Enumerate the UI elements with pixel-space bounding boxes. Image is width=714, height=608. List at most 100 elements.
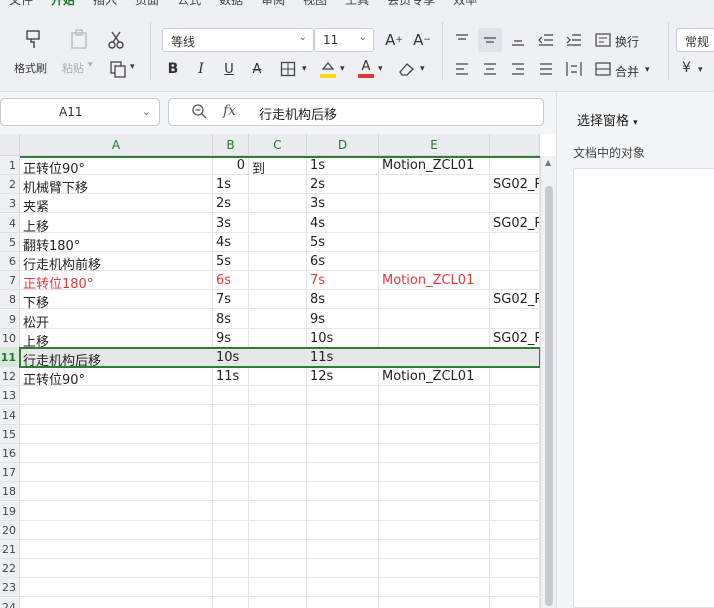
row-header[interactable]: 5: [0, 232, 20, 252]
cell-e23[interactable]: [379, 578, 490, 598]
cell-a9[interactable]: 松开: [20, 309, 213, 331]
cell-e15[interactable]: [379, 424, 490, 444]
cell-e16[interactable]: [379, 444, 490, 463]
cell-e20[interactable]: [379, 520, 490, 540]
row-header[interactable]: 12: [0, 367, 20, 387]
increase-font-icon[interactable]: A +: [384, 30, 404, 50]
currency-dropdown-icon[interactable]: ▾: [698, 65, 703, 75]
cell-d3[interactable]: 3s: [307, 194, 379, 214]
cell-e18[interactable]: [379, 482, 490, 502]
currency-icon[interactable]: ¥: [682, 60, 691, 76]
cell-e17[interactable]: [379, 463, 490, 483]
border-icon[interactable]: [278, 60, 298, 78]
align-top-icon[interactable]: [452, 30, 472, 50]
cell-d24[interactable]: [307, 597, 379, 608]
cell-f3[interactable]: [490, 194, 540, 214]
cell-c15[interactable]: [249, 424, 307, 444]
cell-b22[interactable]: [213, 559, 249, 579]
cell-d4[interactable]: 4s: [307, 213, 379, 233]
column-header-b[interactable]: B: [213, 134, 249, 156]
cell-e7[interactable]: Motion_ZCL01: [379, 271, 490, 291]
cell-c12[interactable]: [249, 367, 307, 387]
row-header[interactable]: 16: [0, 444, 20, 463]
cell-f12[interactable]: [490, 367, 540, 387]
strikethrough-icon[interactable]: A: [248, 60, 266, 78]
cell-a18[interactable]: [20, 482, 213, 502]
cell-b9[interactable]: 8s: [213, 309, 249, 329]
cell-e14[interactable]: [379, 405, 490, 425]
merge-dropdown-icon[interactable]: ▾: [645, 65, 650, 75]
cell-d8[interactable]: 8s: [307, 290, 379, 310]
zoom-icon[interactable]: [191, 103, 207, 122]
merge-label[interactable]: 合并: [615, 63, 639, 80]
indent-icon[interactable]: [564, 30, 584, 50]
cell-b16[interactable]: [213, 444, 249, 463]
cell-b12[interactable]: 11s: [213, 367, 249, 387]
row-header[interactable]: 24: [0, 597, 20, 608]
cell-f1[interactable]: [490, 156, 540, 175]
row-header[interactable]: 13: [0, 386, 20, 406]
menu-tab[interactable]: 审阅: [252, 0, 294, 8]
cell-d20[interactable]: [307, 520, 379, 540]
cell-a10[interactable]: 上移: [20, 328, 213, 350]
cell-a3[interactable]: 夹紧: [20, 194, 213, 215]
row-header[interactable]: 23: [0, 578, 20, 598]
cell-b5[interactable]: 4s: [213, 232, 249, 252]
row-header[interactable]: 20: [0, 520, 20, 540]
cell-a6[interactable]: 行走机构前移: [20, 252, 213, 273]
cell-a12[interactable]: 正转位90°: [20, 367, 213, 388]
row-header[interactable]: 4: [0, 213, 20, 233]
row-header[interactable]: 19: [0, 501, 20, 521]
cell-d5[interactable]: 5s: [307, 232, 379, 252]
cell-e10[interactable]: [379, 328, 490, 348]
cell-f20[interactable]: [490, 520, 540, 540]
cell-b3[interactable]: 2s: [213, 194, 249, 214]
cell-d7[interactable]: 7s: [307, 271, 379, 291]
cell-b13[interactable]: [213, 386, 249, 406]
italic-icon[interactable]: I: [192, 60, 210, 78]
cell-f13[interactable]: [490, 386, 540, 406]
cell-e4[interactable]: [379, 213, 490, 233]
cell-b19[interactable]: [213, 501, 249, 521]
cell-b20[interactable]: [213, 520, 249, 540]
cell-b24[interactable]: [213, 597, 249, 608]
cell-a22[interactable]: [20, 559, 213, 579]
cell-c17[interactable]: [249, 463, 307, 483]
decrease-font-icon[interactable]: A −: [412, 30, 432, 50]
fill-color-icon[interactable]: [318, 58, 338, 80]
cell-d15[interactable]: [307, 424, 379, 444]
cell-d9[interactable]: 9s: [307, 309, 379, 329]
cell-a19[interactable]: [20, 501, 213, 521]
menu-tab[interactable]: 文件: [0, 0, 42, 8]
cell-d23[interactable]: [307, 578, 379, 598]
row-header[interactable]: 14: [0, 405, 20, 425]
row-header[interactable]: 21: [0, 540, 20, 559]
cell-f7[interactable]: [490, 271, 540, 291]
column-header-a[interactable]: A: [20, 134, 213, 156]
cell-c20[interactable]: [249, 520, 307, 540]
cell-c5[interactable]: [249, 232, 307, 252]
cell-b1[interactable]: 0: [213, 156, 249, 175]
row-header[interactable]: 11: [0, 348, 20, 367]
cell-a14[interactable]: [20, 405, 213, 425]
column-header-e[interactable]: E: [379, 134, 490, 156]
row-header[interactable]: 9: [0, 309, 20, 329]
copy-dropdown-icon[interactable]: ▾: [130, 62, 135, 72]
cell-c10[interactable]: [249, 328, 307, 348]
wrap-text-label[interactable]: 换行: [615, 33, 639, 50]
cell-c21[interactable]: [249, 540, 307, 559]
cell-c14[interactable]: [249, 405, 307, 425]
bold-icon[interactable]: B: [164, 60, 182, 78]
align-center-icon[interactable]: [480, 60, 500, 78]
cell-f9[interactable]: [490, 309, 540, 329]
row-header[interactable]: 8: [0, 290, 20, 310]
menu-tab[interactable]: 会员专享: [378, 0, 444, 8]
eraser-icon[interactable]: [396, 60, 418, 78]
cell-c19[interactable]: [249, 501, 307, 521]
align-middle-icon[interactable]: [478, 28, 502, 52]
cell-f10[interactable]: SG02_R: [490, 328, 540, 348]
column-header-d[interactable]: D: [307, 134, 379, 156]
cell-f4[interactable]: SG02_R: [490, 213, 540, 233]
cell-c18[interactable]: [249, 482, 307, 502]
row-header[interactable]: 10: [0, 328, 20, 348]
